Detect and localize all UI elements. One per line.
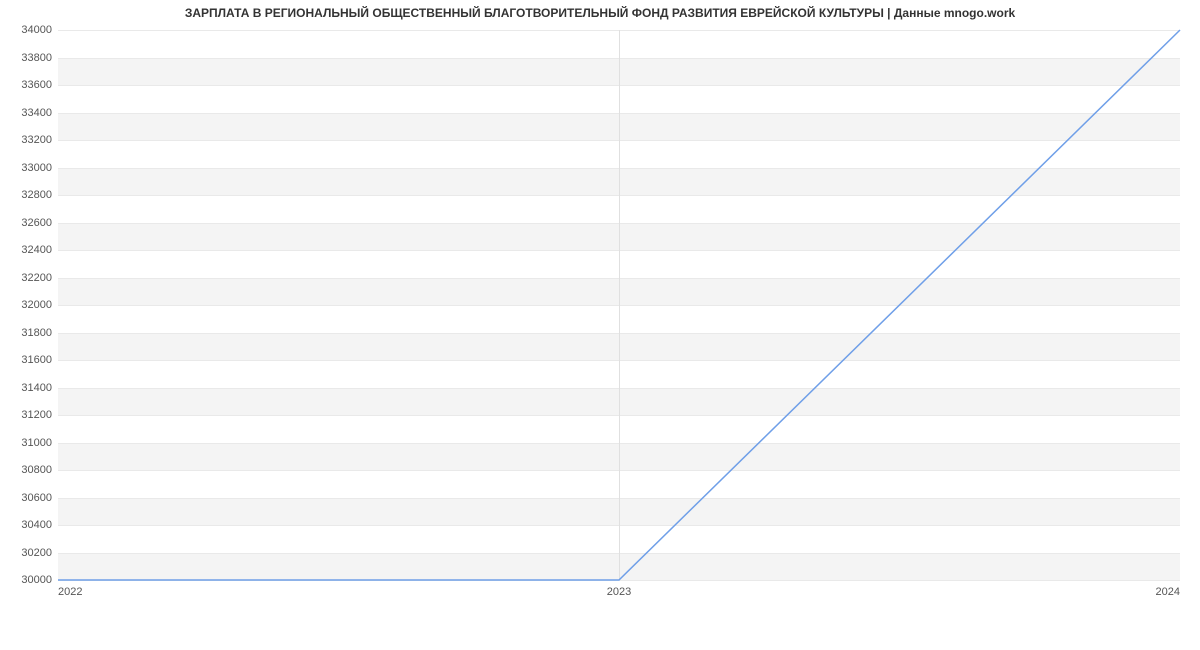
y-tick-label: 30000: [10, 574, 52, 586]
y-tick-label: 33800: [10, 52, 52, 64]
y-tick-label: 33200: [10, 134, 52, 146]
y-tick-label: 30800: [10, 464, 52, 476]
plot-area: 3000030200304003060030800310003120031400…: [58, 30, 1180, 581]
series-path: [58, 30, 1180, 580]
y-tick-label: 32600: [10, 217, 52, 229]
chart-title: ЗАРПЛАТА В РЕГИОНАЛЬНЫЙ ОБЩЕСТВЕННЫЙ БЛА…: [0, 6, 1200, 20]
y-tick-label: 32000: [10, 299, 52, 311]
y-tick-label: 32400: [10, 244, 52, 256]
x-tick-label: 2024: [1156, 586, 1180, 598]
y-tick-label: 32200: [10, 272, 52, 284]
y-tick-label: 33400: [10, 107, 52, 119]
x-tick-label: 2023: [607, 586, 631, 598]
y-tick-label: 33000: [10, 162, 52, 174]
salary-line-chart: ЗАРПЛАТА В РЕГИОНАЛЬНЫЙ ОБЩЕСТВЕННЫЙ БЛА…: [0, 0, 1200, 620]
y-tick-label: 34000: [10, 24, 52, 36]
x-tick-label: 2022: [58, 586, 82, 598]
y-tick-label: 31200: [10, 409, 52, 421]
line-series: [58, 30, 1180, 580]
y-tick-label: 31000: [10, 437, 52, 449]
y-tick-label: 32800: [10, 189, 52, 201]
y-tick-label: 31600: [10, 354, 52, 366]
y-tick-label: 30400: [10, 519, 52, 531]
y-tick-label: 33600: [10, 79, 52, 91]
y-tick-label: 31400: [10, 382, 52, 394]
y-tick-label: 31800: [10, 327, 52, 339]
y-tick-label: 30600: [10, 492, 52, 504]
y-tick-label: 30200: [10, 547, 52, 559]
